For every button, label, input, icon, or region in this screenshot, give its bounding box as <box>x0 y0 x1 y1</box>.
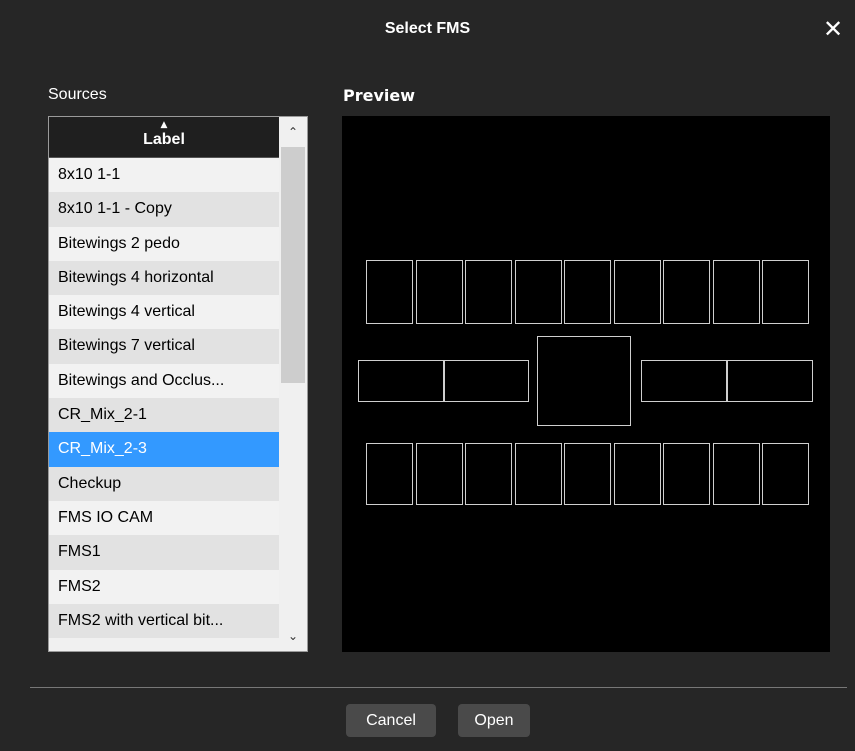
preview-image-slot <box>641 360 727 402</box>
list-item[interactable]: Bitewings 2 pedo <box>49 226 279 261</box>
preview-image-slot <box>537 336 631 426</box>
list-item[interactable]: Bitewings 7 vertical <box>49 329 279 364</box>
preview-image-slot <box>444 360 529 402</box>
list-item[interactable]: CR_Mix_2-1 <box>49 398 279 433</box>
preview-image-slot <box>663 260 710 324</box>
dialog-titlebar: Select FMS ✕ <box>0 0 855 50</box>
list-item[interactable]: Bitewings 4 horizontal <box>49 260 279 296</box>
sort-ascending-icon: ▲ <box>160 120 168 130</box>
list-item[interactable]: FMS2 with vertical bit... <box>49 603 279 639</box>
sources-rows: 8x10 1-1 8x10 1-1 - Copy Bitewings 2 pedo B… <box>49 158 279 639</box>
sources-list[interactable]: ▲ Label 8x10 1-1 8x10 1-1 - Copy Bitewings… <box>48 116 308 652</box>
list-item[interactable]: Bitewings and Occlus... <box>49 363 279 399</box>
close-icon[interactable]: ✕ <box>821 16 845 42</box>
preview-image-slot <box>564 443 611 505</box>
preview-image-slot <box>663 443 710 505</box>
scroll-thumb[interactable] <box>281 147 305 383</box>
preview-label: Preview <box>343 86 416 105</box>
list-item[interactable]: CR_Mix_2-3 <box>49 432 279 467</box>
open-button[interactable]: Open <box>458 704 530 737</box>
dialog-title: Select FMS <box>384 20 471 37</box>
preview-image-slot <box>515 443 562 505</box>
preview-canvas <box>342 116 830 652</box>
preview-image-slot <box>366 443 413 505</box>
preview-image-slot <box>614 443 661 505</box>
list-item[interactable]: FMS2 <box>49 569 279 604</box>
list-item[interactable]: 8x10 1-1 - Copy <box>49 192 279 227</box>
label-column-header[interactable]: ▲ Label <box>49 117 279 158</box>
preview-image-slot <box>465 260 512 324</box>
preview-image-slot <box>614 260 661 324</box>
preview-image-slot <box>762 443 809 505</box>
preview-image-slot <box>564 260 611 324</box>
scroll-down-icon[interactable]: ⌄ <box>279 621 307 651</box>
list-item[interactable]: FMS IO CAM <box>49 500 279 536</box>
preview-image-slot <box>515 260 562 324</box>
list-item[interactable]: FMS1 <box>49 535 279 570</box>
list-item[interactable]: 8x10 1-1 <box>49 158 279 193</box>
preview-image-slot <box>713 443 760 505</box>
sources-label: Sources <box>48 86 107 103</box>
preview-image-slot <box>366 260 413 324</box>
preview-image-slot <box>358 360 444 402</box>
preview-image-slot <box>713 260 760 324</box>
list-scrollbar[interactable]: ⌃ ⌄ <box>279 117 307 651</box>
cancel-button[interactable]: Cancel <box>346 704 436 737</box>
preview-image-slot <box>416 260 463 324</box>
column-header-label: Label <box>143 131 185 148</box>
list-item[interactable]: Checkup <box>49 466 279 501</box>
preview-image-slot <box>762 260 809 324</box>
scroll-up-icon[interactable]: ⌃ <box>279 117 307 147</box>
preview-image-slot <box>727 360 813 402</box>
preview-image-slot <box>416 443 463 505</box>
list-item[interactable]: Bitewings 4 vertical <box>49 295 279 330</box>
footer-divider <box>30 687 847 688</box>
preview-image-slot <box>465 443 512 505</box>
